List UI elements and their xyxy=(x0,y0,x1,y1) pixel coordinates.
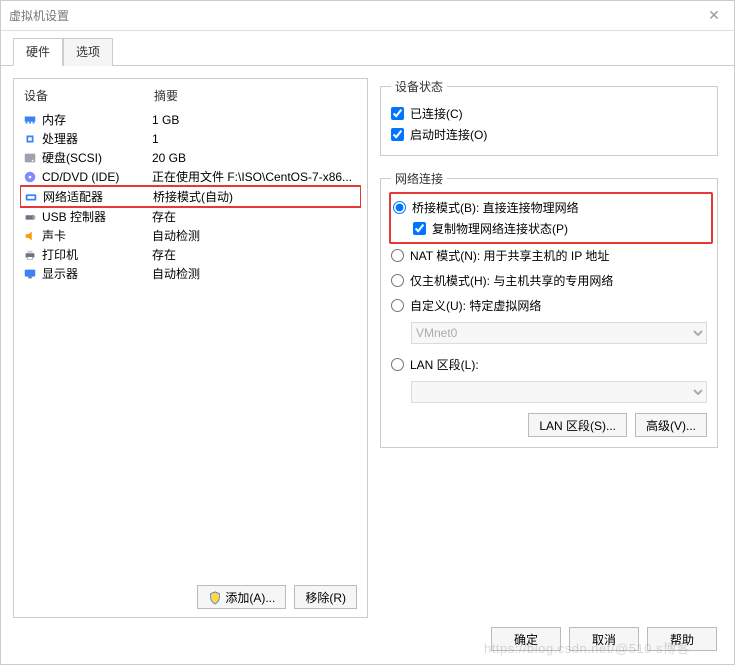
bridged-radio[interactable] xyxy=(393,201,406,214)
hardware-row-disk[interactable]: 硬盘(SCSI)20 GB xyxy=(20,148,361,167)
device-name: USB 控制器 xyxy=(42,208,152,225)
hardware-row-sound[interactable]: 声卡自动检测 xyxy=(20,226,361,245)
network-mode-radio-group: 桥接模式(B): 直接连接物理网络 复制物理网络连接状态(P) NAT 模式(N… xyxy=(391,195,707,409)
nat-label: NAT 模式(N): 用于共享主机的 IP 地址 xyxy=(410,247,609,264)
device-name: 处理器 xyxy=(42,130,152,147)
hardware-row-usb[interactable]: USB 控制器存在 xyxy=(20,207,361,226)
tab-bar: 硬件 选项 xyxy=(1,31,734,66)
device-name: 硬盘(SCSI) xyxy=(42,149,152,166)
header-device: 设备 xyxy=(24,87,154,104)
device-name: 内存 xyxy=(42,111,152,128)
connect-at-power-checkbox[interactable] xyxy=(391,128,404,141)
shield-icon xyxy=(208,591,222,605)
left-panel-buttons: 添加(A)... 移除(R) xyxy=(20,577,361,611)
hardware-row-printer[interactable]: 打印机存在 xyxy=(20,245,361,264)
device-state-group: 设备状态 已连接(C) 启动时连接(O) xyxy=(380,78,718,156)
hardware-row-cpu[interactable]: 处理器1 xyxy=(20,129,361,148)
device-summary: 自动检测 xyxy=(152,265,359,282)
network-buttons: LAN 区段(S)... 高级(V)... xyxy=(391,413,707,437)
hardware-row-cd[interactable]: CD/DVD (IDE)正在使用文件 F:\ISO\CentOS-7-x86..… xyxy=(20,167,361,186)
network-connection-legend: 网络连接 xyxy=(391,170,447,187)
custom-select-wrap: VMnet0 xyxy=(391,320,707,350)
ok-button[interactable]: 确定 xyxy=(491,627,561,651)
remove-button[interactable]: 移除(R) xyxy=(294,585,357,609)
nat-radio-row[interactable]: NAT 模式(N): 用于共享主机的 IP 地址 xyxy=(391,245,707,266)
header-summary: 摘要 xyxy=(154,87,357,104)
tab-hardware[interactable]: 硬件 xyxy=(13,38,63,66)
device-summary: 正在使用文件 F:\ISO\CentOS-7-x86... xyxy=(152,168,359,185)
dialog-buttons: 确定 取消 帮助 xyxy=(491,627,717,651)
lan-select-wrap xyxy=(391,379,707,409)
hardware-row-net[interactable]: 网络适配器桥接模式(自动) xyxy=(20,185,361,208)
add-button-label: 添加(A)... xyxy=(225,591,275,605)
hardware-row-display[interactable]: 显示器自动检测 xyxy=(20,264,361,283)
connected-checkbox[interactable] xyxy=(391,107,404,120)
device-name: 显示器 xyxy=(42,265,152,282)
bridged-radio-row[interactable]: 桥接模式(B): 直接连接物理网络 xyxy=(393,197,705,218)
titlebar: 虚拟机设置 ✕ xyxy=(1,1,734,31)
device-summary: 存在 xyxy=(152,208,359,225)
hostonly-radio[interactable] xyxy=(391,274,404,287)
cd-icon xyxy=(22,169,38,185)
custom-radio[interactable] xyxy=(391,299,404,312)
hostonly-radio-row[interactable]: 仅主机模式(H): 与主机共享的专用网络 xyxy=(391,270,707,291)
device-summary: 1 GB xyxy=(152,113,359,127)
bridged-highlight: 桥接模式(B): 直接连接物理网络 复制物理网络连接状态(P) xyxy=(389,192,713,244)
disk-icon xyxy=(22,150,38,166)
right-panel: 设备状态 已连接(C) 启动时连接(O) 网络连接 桥接模式(B): 直接连接物… xyxy=(380,78,722,618)
content-area: 设备 摘要 内存1 GB处理器1硬盘(SCSI)20 GBCD/DVD (IDE… xyxy=(1,66,734,630)
connect-at-power-label: 启动时连接(O) xyxy=(410,126,487,143)
window-title: 虚拟机设置 xyxy=(9,7,702,24)
tab-options[interactable]: 选项 xyxy=(63,38,113,66)
device-name: 声卡 xyxy=(42,227,152,244)
network-connection-group: 网络连接 桥接模式(B): 直接连接物理网络 复制物理网络连接状态(P) NAT… xyxy=(380,170,718,448)
lan-segments-button[interactable]: LAN 区段(S)... xyxy=(528,413,627,437)
add-button[interactable]: 添加(A)... xyxy=(197,585,286,609)
replicate-checkbox[interactable] xyxy=(413,222,426,235)
hostonly-label: 仅主机模式(H): 与主机共享的专用网络 xyxy=(410,272,613,289)
net-icon xyxy=(23,189,39,205)
sound-icon xyxy=(22,228,38,244)
list-header: 设备 摘要 xyxy=(20,85,361,110)
device-name: 打印机 xyxy=(42,246,152,263)
lan-segment-radio[interactable] xyxy=(391,358,404,371)
device-summary: 桥接模式(自动) xyxy=(153,188,358,205)
bridged-label: 桥接模式(B): 直接连接物理网络 xyxy=(412,199,579,216)
device-summary: 20 GB xyxy=(152,151,359,165)
custom-radio-row[interactable]: 自定义(U): 特定虚拟网络 xyxy=(391,295,707,316)
lan-segment-label: LAN 区段(L): xyxy=(410,356,479,373)
hardware-list[interactable]: 内存1 GB处理器1硬盘(SCSI)20 GBCD/DVD (IDE)正在使用文… xyxy=(20,110,361,577)
usb-icon xyxy=(22,209,38,225)
connected-label: 已连接(C) xyxy=(410,105,463,122)
connected-checkbox-row[interactable]: 已连接(C) xyxy=(391,103,707,124)
device-state-legend: 设备状态 xyxy=(391,78,447,95)
custom-vmnet-select[interactable]: VMnet0 xyxy=(411,322,707,344)
hardware-row-memory[interactable]: 内存1 GB xyxy=(20,110,361,129)
nat-radio[interactable] xyxy=(391,249,404,262)
help-button[interactable]: 帮助 xyxy=(647,627,717,651)
device-summary: 自动检测 xyxy=(152,227,359,244)
custom-label: 自定义(U): 特定虚拟网络 xyxy=(410,297,541,314)
device-summary: 1 xyxy=(152,132,359,146)
lan-segment-select[interactable] xyxy=(411,381,707,403)
printer-icon xyxy=(22,247,38,263)
lan-segment-radio-row[interactable]: LAN 区段(L): xyxy=(391,354,707,375)
device-summary: 存在 xyxy=(152,246,359,263)
replicate-row[interactable]: 复制物理网络连接状态(P) xyxy=(393,218,705,239)
memory-icon xyxy=(22,112,38,128)
replicate-label: 复制物理网络连接状态(P) xyxy=(432,220,568,237)
connect-at-power-row[interactable]: 启动时连接(O) xyxy=(391,124,707,145)
display-icon xyxy=(22,266,38,282)
cancel-button[interactable]: 取消 xyxy=(569,627,639,651)
device-name: 网络适配器 xyxy=(43,188,153,205)
close-icon[interactable]: ✕ xyxy=(702,7,726,24)
advanced-button[interactable]: 高级(V)... xyxy=(635,413,707,437)
hardware-list-panel: 设备 摘要 内存1 GB处理器1硬盘(SCSI)20 GBCD/DVD (IDE… xyxy=(13,78,368,618)
cpu-icon xyxy=(22,131,38,147)
device-name: CD/DVD (IDE) xyxy=(42,170,152,184)
